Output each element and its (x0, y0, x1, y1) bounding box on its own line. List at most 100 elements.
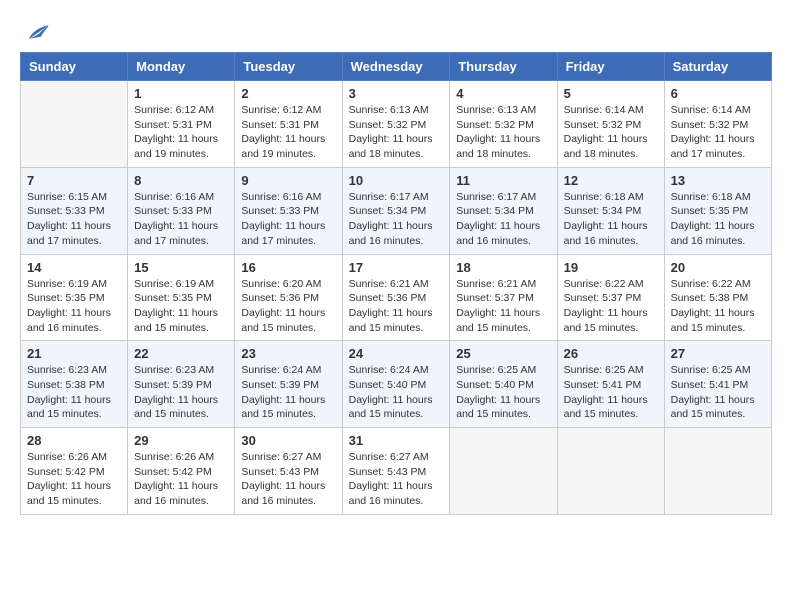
day-info: Sunrise: 6:22 AM Sunset: 5:38 PM Dayligh… (671, 277, 765, 336)
page-header (20, 20, 772, 42)
day-info: Sunrise: 6:19 AM Sunset: 5:35 PM Dayligh… (27, 277, 121, 336)
day-info: Sunrise: 6:23 AM Sunset: 5:39 PM Dayligh… (134, 363, 228, 422)
calendar-cell: 7 Sunrise: 6:15 AM Sunset: 5:33 PM Daylig… (21, 167, 128, 254)
day-number: 22 (134, 346, 228, 361)
day-number: 29 (134, 433, 228, 448)
calendar-cell: 13 Sunrise: 6:18 AM Sunset: 5:35 PM Dayli… (664, 167, 771, 254)
day-info: Sunrise: 6:17 AM Sunset: 5:34 PM Dayligh… (349, 190, 444, 249)
calendar-cell (557, 428, 664, 515)
calendar-cell: 27 Sunrise: 6:25 AM Sunset: 5:41 PM Dayli… (664, 341, 771, 428)
day-number: 19 (564, 260, 658, 275)
calendar-cell: 19 Sunrise: 6:22 AM Sunset: 5:37 PM Dayli… (557, 254, 664, 341)
day-number: 23 (241, 346, 335, 361)
day-number: 10 (349, 173, 444, 188)
calendar-cell: 14 Sunrise: 6:19 AM Sunset: 5:35 PM Dayli… (21, 254, 128, 341)
day-info: Sunrise: 6:16 AM Sunset: 5:33 PM Dayligh… (134, 190, 228, 249)
calendar-cell: 11 Sunrise: 6:17 AM Sunset: 5:34 PM Dayli… (450, 167, 557, 254)
column-header-tuesday: Tuesday (235, 53, 342, 81)
column-header-wednesday: Wednesday (342, 53, 450, 81)
day-info: Sunrise: 6:25 AM Sunset: 5:41 PM Dayligh… (564, 363, 658, 422)
day-number: 5 (564, 86, 658, 101)
day-info: Sunrise: 6:14 AM Sunset: 5:32 PM Dayligh… (564, 103, 658, 162)
day-number: 4 (456, 86, 550, 101)
day-info: Sunrise: 6:19 AM Sunset: 5:35 PM Dayligh… (134, 277, 228, 336)
day-info: Sunrise: 6:20 AM Sunset: 5:36 PM Dayligh… (241, 277, 335, 336)
day-info: Sunrise: 6:15 AM Sunset: 5:33 PM Dayligh… (27, 190, 121, 249)
column-header-saturday: Saturday (664, 53, 771, 81)
calendar-cell: 20Sunrise: 6:22 AM Sunset: 5:38 PM Dayli… (664, 254, 771, 341)
calendar-cell: 12 Sunrise: 6:18 AM Sunset: 5:34 PM Dayli… (557, 167, 664, 254)
calendar-week-row: 1 Sunrise: 6:12 AM Sunset: 5:31 PM Daylig… (21, 81, 772, 168)
calendar-cell: 21Sunrise: 6:23 AM Sunset: 5:38 PM Dayli… (21, 341, 128, 428)
day-info: Sunrise: 6:16 AM Sunset: 5:33 PM Dayligh… (241, 190, 335, 249)
day-info: Sunrise: 6:21 AM Sunset: 5:37 PM Dayligh… (456, 277, 550, 336)
calendar-cell: 6Sunrise: 6:14 AM Sunset: 5:32 PM Daylig… (664, 81, 771, 168)
day-info: Sunrise: 6:27 AM Sunset: 5:43 PM Dayligh… (349, 450, 444, 509)
day-number: 31 (349, 433, 444, 448)
calendar-cell: 23 Sunrise: 6:24 AM Sunset: 5:39 PM Dayli… (235, 341, 342, 428)
day-number: 1 (134, 86, 228, 101)
day-info: Sunrise: 6:18 AM Sunset: 5:34 PM Dayligh… (564, 190, 658, 249)
day-info: Sunrise: 6:13 AM Sunset: 5:32 PM Dayligh… (456, 103, 550, 162)
day-number: 12 (564, 173, 658, 188)
calendar-cell: 1 Sunrise: 6:12 AM Sunset: 5:31 PM Daylig… (128, 81, 235, 168)
day-number: 14 (27, 260, 121, 275)
calendar-cell: 18Sunrise: 6:21 AM Sunset: 5:37 PM Dayli… (450, 254, 557, 341)
calendar-cell: 16 Sunrise: 6:20 AM Sunset: 5:36 PM Dayli… (235, 254, 342, 341)
calendar-cell (664, 428, 771, 515)
calendar-cell: 31 Sunrise: 6:27 AM Sunset: 5:43 PM Dayli… (342, 428, 450, 515)
calendar-cell (21, 81, 128, 168)
day-info: Sunrise: 6:25 AM Sunset: 5:40 PM Dayligh… (456, 363, 550, 422)
column-header-friday: Friday (557, 53, 664, 81)
column-header-monday: Monday (128, 53, 235, 81)
calendar-cell: 28Sunrise: 6:26 AM Sunset: 5:42 PM Dayli… (21, 428, 128, 515)
day-info: Sunrise: 6:21 AM Sunset: 5:36 PM Dayligh… (349, 277, 444, 336)
calendar-cell: 29 Sunrise: 6:26 AM Sunset: 5:42 PM Dayli… (128, 428, 235, 515)
day-info: Sunrise: 6:25 AM Sunset: 5:41 PM Dayligh… (671, 363, 765, 422)
calendar-cell: 26 Sunrise: 6:25 AM Sunset: 5:41 PM Dayli… (557, 341, 664, 428)
calendar-cell: 10 Sunrise: 6:17 AM Sunset: 5:34 PM Dayli… (342, 167, 450, 254)
day-number: 8 (134, 173, 228, 188)
day-number: 9 (241, 173, 335, 188)
day-info: Sunrise: 6:24 AM Sunset: 5:39 PM Dayligh… (241, 363, 335, 422)
day-number: 6 (671, 86, 765, 101)
day-number: 27 (671, 346, 765, 361)
calendar-cell: 22 Sunrise: 6:23 AM Sunset: 5:39 PM Dayli… (128, 341, 235, 428)
calendar-cell: 25 Sunrise: 6:25 AM Sunset: 5:40 PM Dayli… (450, 341, 557, 428)
day-info: Sunrise: 6:12 AM Sunset: 5:31 PM Dayligh… (134, 103, 228, 162)
day-info: Sunrise: 6:26 AM Sunset: 5:42 PM Dayligh… (27, 450, 121, 509)
day-info: Sunrise: 6:18 AM Sunset: 5:35 PM Dayligh… (671, 190, 765, 249)
calendar-cell: 8 Sunrise: 6:16 AM Sunset: 5:33 PM Daylig… (128, 167, 235, 254)
calendar-cell: 9 Sunrise: 6:16 AM Sunset: 5:33 PM Daylig… (235, 167, 342, 254)
day-number: 30 (241, 433, 335, 448)
logo-bird-icon (22, 20, 50, 48)
day-number: 16 (241, 260, 335, 275)
calendar-cell: 24 Sunrise: 6:24 AM Sunset: 5:40 PM Dayli… (342, 341, 450, 428)
day-number: 24 (349, 346, 444, 361)
calendar-cell: 5 Sunrise: 6:14 AM Sunset: 5:32 PM Daylig… (557, 81, 664, 168)
day-number: 7 (27, 173, 121, 188)
day-info: Sunrise: 6:17 AM Sunset: 5:34 PM Dayligh… (456, 190, 550, 249)
calendar-week-row: 14 Sunrise: 6:19 AM Sunset: 5:35 PM Dayli… (21, 254, 772, 341)
day-info: Sunrise: 6:27 AM Sunset: 5:43 PM Dayligh… (241, 450, 335, 509)
day-info: Sunrise: 6:12 AM Sunset: 5:31 PM Dayligh… (241, 103, 335, 162)
day-number: 11 (456, 173, 550, 188)
calendar-week-row: 7 Sunrise: 6:15 AM Sunset: 5:33 PM Daylig… (21, 167, 772, 254)
calendar-cell: 4 Sunrise: 6:13 AM Sunset: 5:32 PM Daylig… (450, 81, 557, 168)
calendar-cell (450, 428, 557, 515)
day-number: 2 (241, 86, 335, 101)
day-info: Sunrise: 6:24 AM Sunset: 5:40 PM Dayligh… (349, 363, 444, 422)
calendar-cell: 3Sunrise: 6:13 AM Sunset: 5:32 PM Daylig… (342, 81, 450, 168)
calendar-cell: 15Sunrise: 6:19 AM Sunset: 5:35 PM Dayli… (128, 254, 235, 341)
day-number: 3 (349, 86, 444, 101)
day-info: Sunrise: 6:26 AM Sunset: 5:42 PM Dayligh… (134, 450, 228, 509)
day-info: Sunrise: 6:22 AM Sunset: 5:37 PM Dayligh… (564, 277, 658, 336)
day-number: 26 (564, 346, 658, 361)
day-number: 25 (456, 346, 550, 361)
calendar-cell: 17 Sunrise: 6:21 AM Sunset: 5:36 PM Dayli… (342, 254, 450, 341)
day-number: 13 (671, 173, 765, 188)
logo (20, 20, 50, 42)
column-header-sunday: Sunday (21, 53, 128, 81)
calendar-cell: 30 Sunrise: 6:27 AM Sunset: 5:43 PM Dayli… (235, 428, 342, 515)
day-number: 17 (349, 260, 444, 275)
